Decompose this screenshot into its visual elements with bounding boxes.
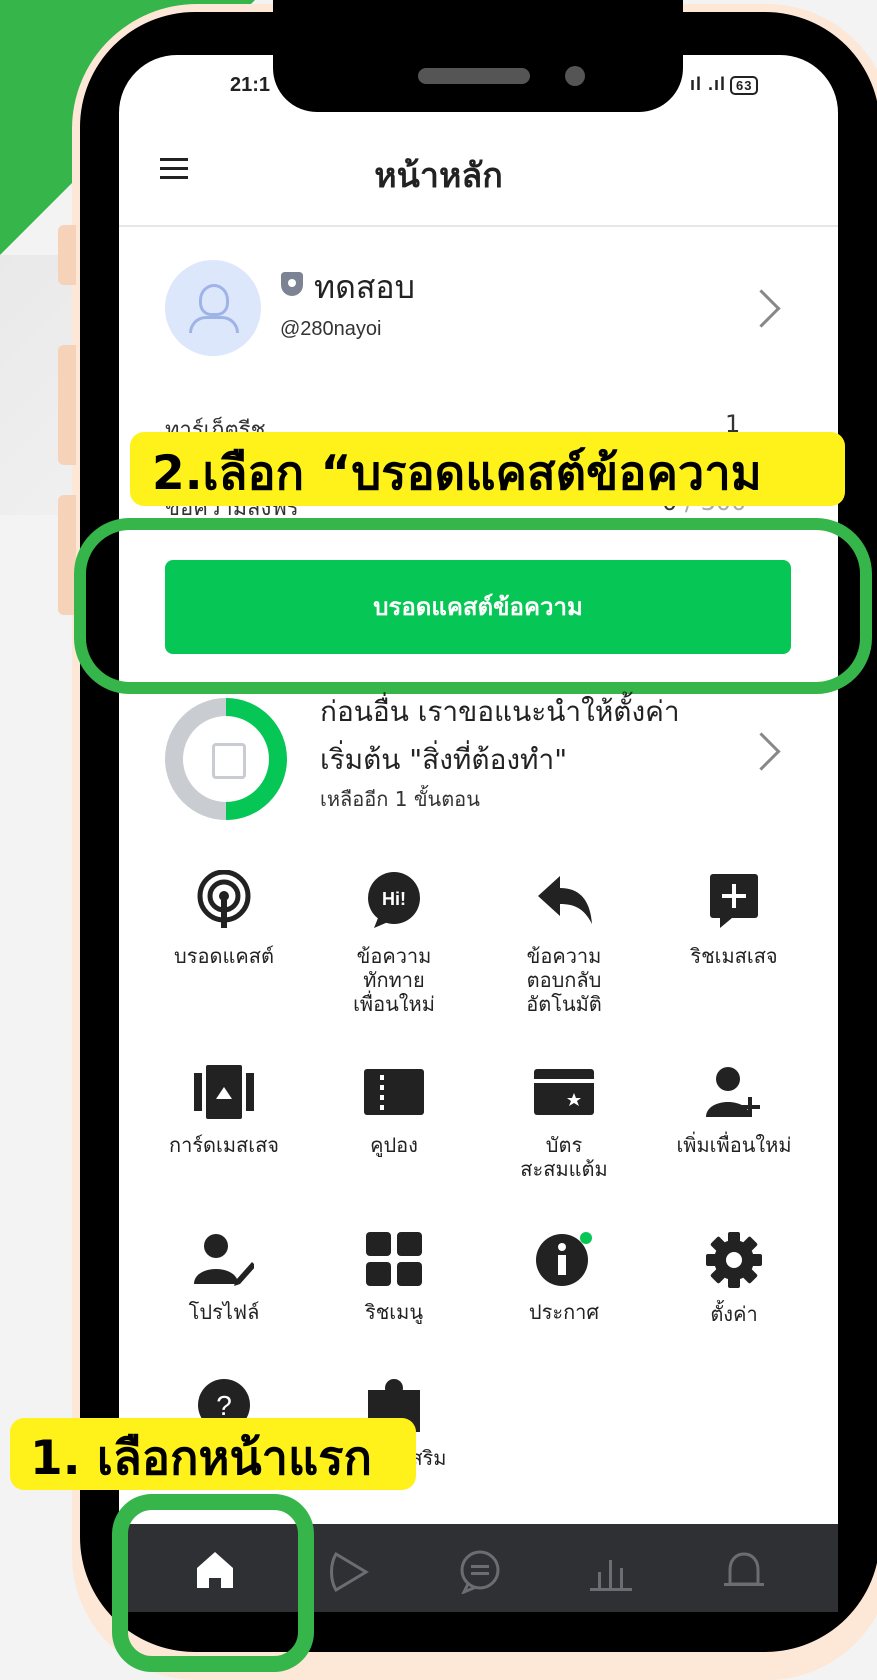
tile-label: ข้อความ ตอบกลับ อัตโนมัติ — [526, 944, 602, 1016]
rich-message-icon — [710, 874, 758, 928]
account-name[interactable]: ทดสอบ — [314, 262, 415, 313]
broadcast-icon — [197, 869, 251, 928]
coupon-icon — [364, 1069, 424, 1115]
bell-icon[interactable] — [722, 1550, 766, 1596]
setup-progress-ring — [165, 698, 287, 820]
status-time: 21:1 — [230, 74, 271, 96]
insight-chart-icon[interactable] — [588, 1550, 634, 1594]
speaker — [418, 68, 530, 84]
highlight-frame-broadcast — [74, 518, 872, 694]
notch — [273, 0, 683, 112]
callout-step-2-text: 2.เลือก “บรอดแคสต์ข้อความ — [152, 446, 762, 501]
reward-card-icon — [534, 1069, 594, 1115]
tile-announcement[interactable]: ประกาศ — [474, 1232, 654, 1324]
callout-step-1-text: 1. เลือกหน้าแรก — [30, 1431, 372, 1486]
tile-label: คูปอง — [370, 1133, 418, 1157]
tile-reward-card[interactable]: บัตร สะสมแต้ม — [474, 1065, 654, 1181]
checklist-icon — [212, 743, 246, 779]
card-message-icon — [194, 1065, 254, 1119]
setup-remaining: เหลืออีก 1 ขั้นตอน — [320, 787, 480, 811]
status-icons: ıl .ıl 63 — [690, 74, 759, 95]
page-title: หน้าหลัก — [374, 156, 503, 196]
highlight-frame-home — [112, 1494, 314, 1672]
volume-button — [58, 345, 76, 465]
greeting-hi-icon: Hi! — [368, 872, 420, 928]
account-handle: @280nayoi — [280, 318, 382, 340]
svg-text:?: ? — [216, 1390, 232, 1421]
tile-add-friend[interactable]: เพิ่มเพื่อนใหม่ — [644, 1065, 824, 1157]
tile-profile[interactable]: โปรไฟล์ — [134, 1232, 314, 1324]
reply-icon — [538, 876, 592, 924]
rich-menu-icon — [366, 1232, 422, 1286]
gear-icon — [706, 1232, 762, 1288]
greeting-hi-icon-text: Hi! — [382, 889, 406, 909]
tile-label: บรอดแคสต์ — [174, 944, 274, 968]
tile-label: การ์ดเมสเสจ — [168, 1133, 280, 1157]
tile-rich-message[interactable]: ริชเมสเสจ — [644, 870, 824, 968]
battery-icon: 63 — [730, 76, 759, 95]
tile-label: ตั้งค่า — [710, 1302, 758, 1326]
add-friend-icon — [706, 1067, 760, 1117]
tile-card-message[interactable]: การ์ดเมสเสจ — [134, 1065, 314, 1157]
camera — [565, 66, 585, 86]
profile-icon — [194, 1234, 256, 1286]
tile-settings[interactable]: ตั้งค่า — [644, 1232, 824, 1326]
setup-text-line1[interactable]: ก่อนอื่น เราขอแนะนำให้ตั้งค่า — [320, 690, 680, 734]
tile-label: บัตร สะสมแต้ม — [520, 1133, 608, 1181]
header-divider — [119, 225, 838, 227]
tile-coupon[interactable]: คูปอง — [304, 1065, 484, 1157]
signal-icon: ıl .ıl — [690, 74, 727, 94]
tile-broadcast[interactable]: บรอดแคสต์ — [134, 869, 314, 968]
avatar[interactable] — [165, 260, 261, 356]
tile-greeting[interactable]: Hi! ข้อความ ทักทาย เพื่อนใหม่ — [304, 870, 484, 1016]
tile-rich-menu[interactable]: ริชเมนู — [304, 1232, 484, 1324]
chat-icon[interactable] — [458, 1550, 502, 1594]
tile-label: เพิ่มเพื่อนใหม่ — [676, 1133, 792, 1157]
shield-icon — [281, 272, 303, 296]
tile-label: โปรไฟล์ — [188, 1300, 260, 1324]
tile-label: ประกาศ — [528, 1300, 600, 1324]
tile-label: ริชเมสเสจ — [690, 944, 778, 968]
tile-label: ริชเมนู — [364, 1300, 423, 1324]
tile-auto-reply[interactable]: ข้อความ ตอบกลับ อัตโนมัติ — [474, 870, 654, 1016]
info-icon — [536, 1232, 592, 1286]
setup-text-line2[interactable]: เริ่มต้น "สิ่งที่ต้องทำ" — [320, 738, 567, 782]
volume-button — [58, 225, 76, 285]
play-icon[interactable] — [328, 1550, 372, 1594]
tile-label: ข้อความ ทักทาย เพื่อนใหม่ — [353, 944, 435, 1016]
